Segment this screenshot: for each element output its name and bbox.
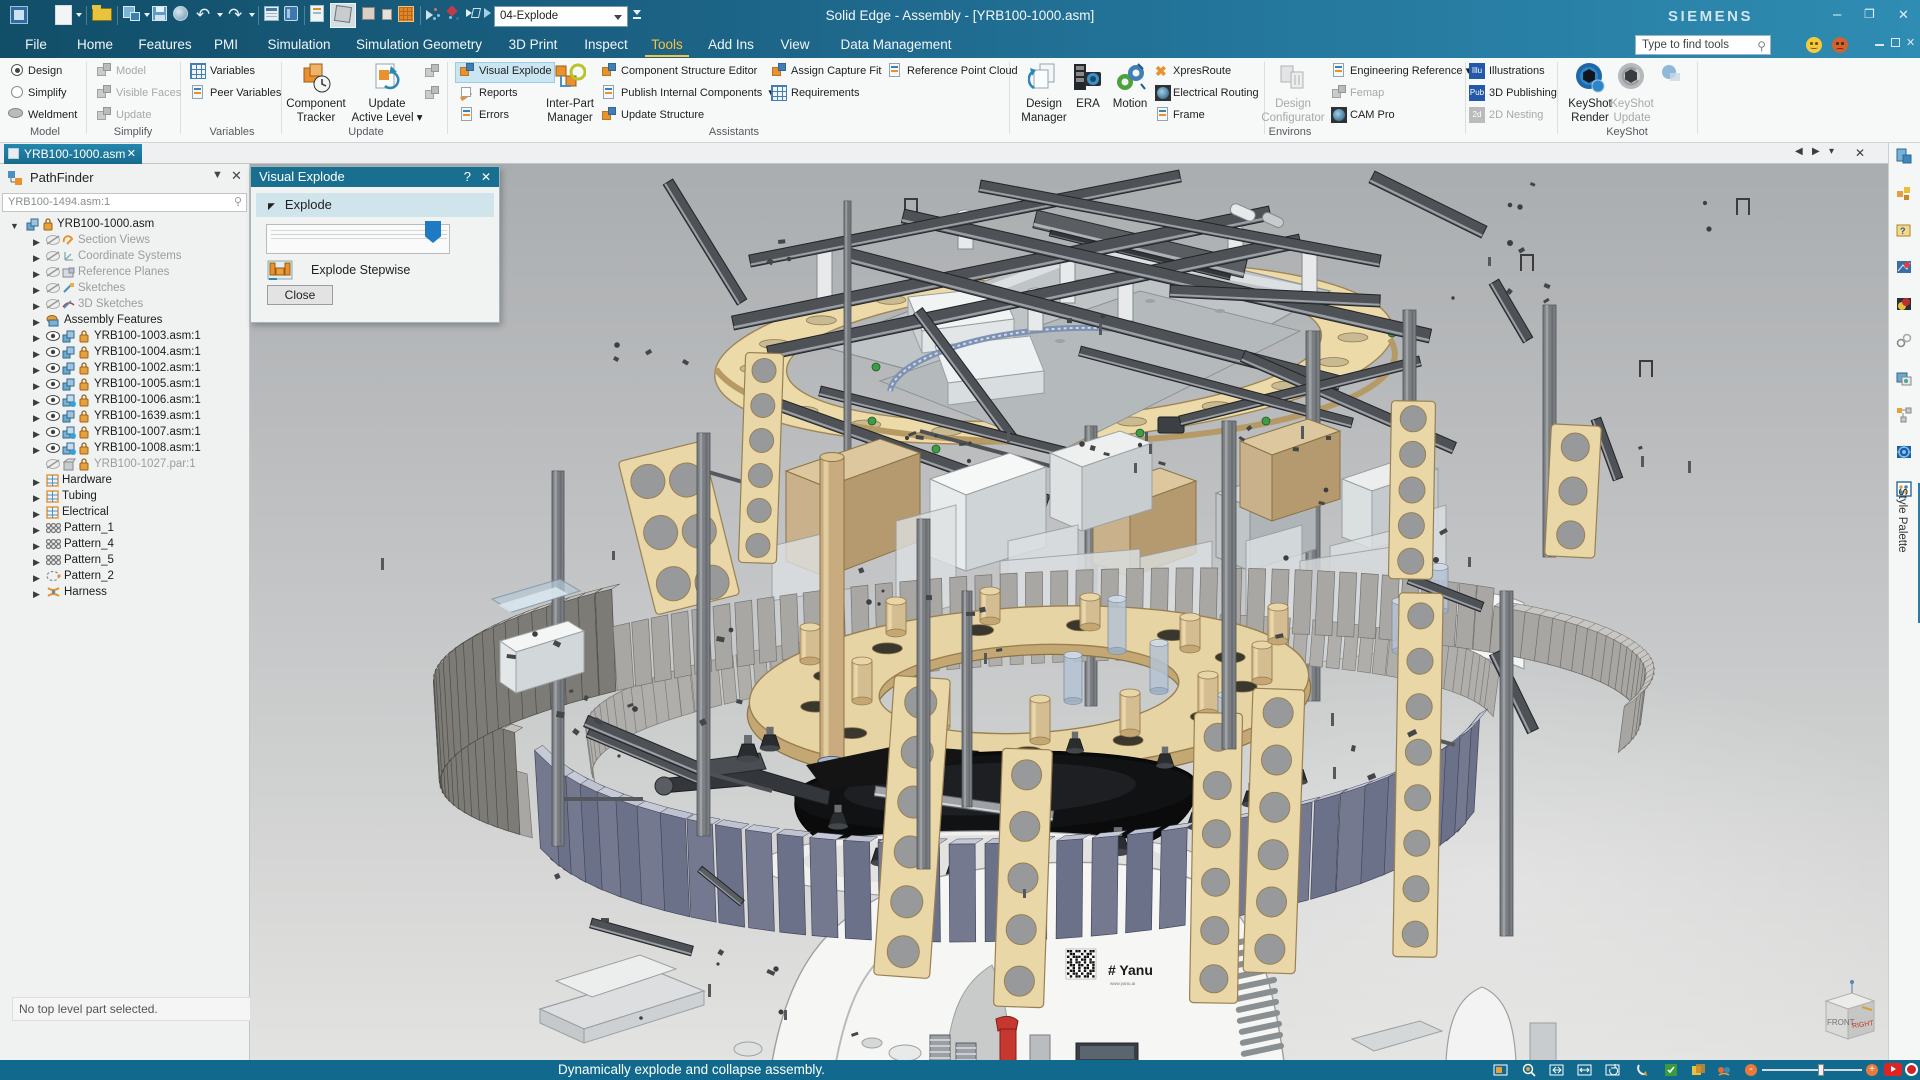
svg-text:# Yanu: # Yanu — [1108, 962, 1153, 978]
svg-text:FRONT: FRONT — [1827, 1018, 1855, 1027]
svg-text:www.yanu.ai: www.yanu.ai — [1110, 981, 1135, 986]
svg-text:?: ? — [1900, 226, 1906, 236]
